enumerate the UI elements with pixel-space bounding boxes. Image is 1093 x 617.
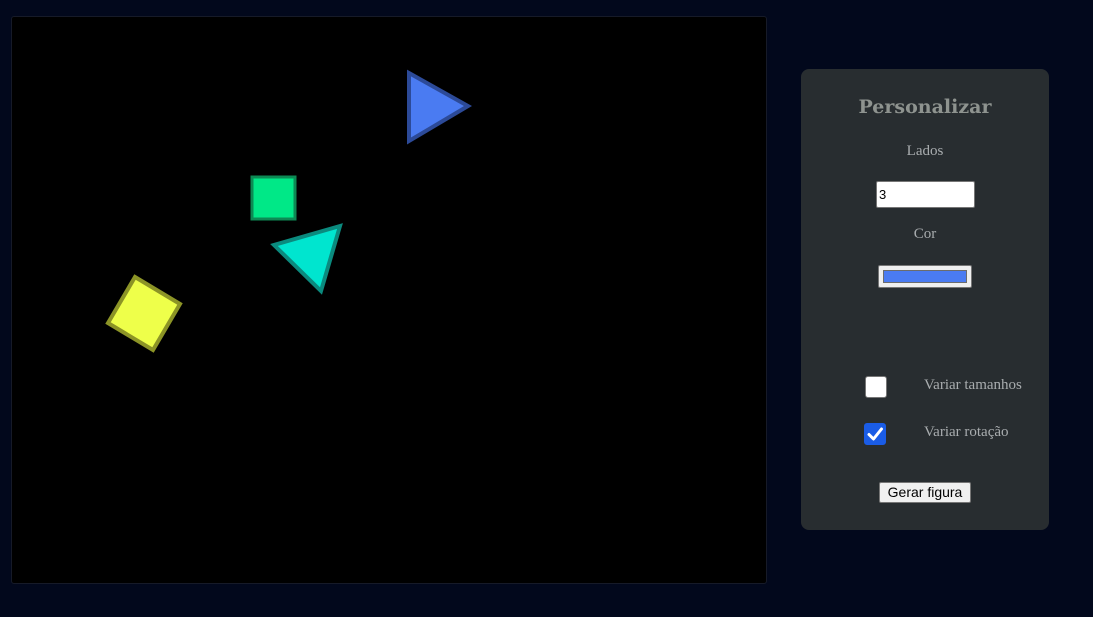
drawing-canvas[interactable] bbox=[11, 16, 767, 584]
customize-panel bbox=[801, 69, 1049, 530]
sides-label: Lados bbox=[906, 143, 944, 159]
canvas-svg bbox=[105, 69, 473, 353]
sides-input[interactable] bbox=[876, 181, 975, 208]
color-swatch bbox=[883, 270, 967, 283]
blue-triangle-shape bbox=[407, 69, 473, 145]
vary-size-label: Variar tamanhos bbox=[924, 377, 1022, 393]
color-picker[interactable] bbox=[878, 265, 972, 288]
green-square-shape bbox=[250, 175, 297, 221]
color-label: Cor bbox=[913, 226, 937, 242]
generate-shape-button[interactable]: Gerar figura bbox=[879, 482, 971, 503]
vary-rotation-label: Variar rotação bbox=[924, 424, 1009, 440]
vary-size-checkbox[interactable] bbox=[865, 376, 887, 398]
yellow-square-shape bbox=[105, 274, 183, 353]
panel-title: Personalizar bbox=[858, 96, 992, 118]
page: Personalizar Lados Cor Variar tamanhos V… bbox=[0, 0, 1093, 617]
vary-rotation-checkbox[interactable] bbox=[864, 423, 886, 445]
checkmark-icon bbox=[867, 427, 883, 441]
cyan-triangle-shape bbox=[270, 223, 343, 295]
